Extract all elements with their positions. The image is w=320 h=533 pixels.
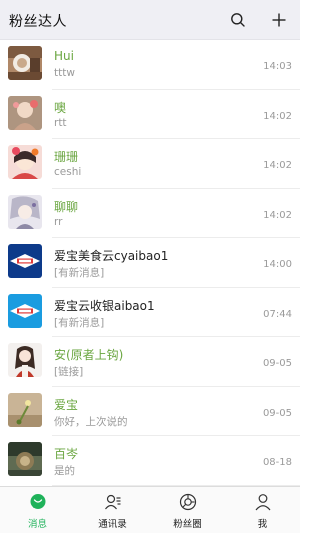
conversation-preview: rtt (54, 116, 67, 129)
message-icon (28, 492, 48, 512)
conversation-row[interactable]: 百岑 是的 08-18 (0, 436, 300, 486)
tab-moments[interactable]: 粉丝圈 (150, 487, 225, 533)
avatar-logo (8, 293, 42, 328)
tab-profile[interactable]: 我 (225, 487, 300, 533)
conversation-time: 07:44 (263, 308, 292, 320)
bottom-tab-bar: 消息 通讯录 粉丝圈 我 (0, 486, 300, 533)
avatar (8, 95, 42, 130)
tab-messages[interactable]: 消息 (0, 487, 75, 533)
conversation-preview: ceshi (54, 166, 82, 178)
conversation-row[interactable]: 爱宝云收银aibao1 [有新消息] 07:44 (0, 287, 300, 337)
avatar (8, 46, 42, 80)
conversation-preview: tttw (54, 67, 75, 79)
search-icon[interactable] (228, 10, 248, 30)
avatar (8, 194, 42, 229)
conversation-time: 14:00 (263, 259, 292, 270)
conversation-name: 爱宝 (54, 397, 79, 412)
top-bar: 粉丝达人 (0, 0, 300, 40)
conversation-time: 14:02 (263, 110, 292, 122)
avatar (8, 442, 42, 476)
avatar (8, 392, 42, 427)
conversation-list: Hui tttw 14:03 噢 rtt 14:02 珊珊 ceshi 14:0… (0, 40, 300, 486)
tab-label: 我 (257, 519, 268, 530)
moments-icon (178, 492, 198, 512)
conversation-row[interactable]: 爱宝 你好，上次说的 09-05 (0, 386, 300, 436)
tab-label: 消息 (27, 519, 47, 530)
conversation-time: 14:02 (263, 160, 292, 171)
avatar (8, 343, 42, 377)
conversation-name: 珊珊 (54, 150, 79, 164)
avatar-logo (8, 244, 42, 278)
conversation-time: 09-05 (262, 407, 292, 419)
conversation-name: 聊聊 (54, 199, 79, 214)
conversation-preview: [链接] (54, 366, 84, 378)
plus-icon[interactable] (269, 10, 289, 30)
conversation-row[interactable]: 安(原者上钩) [链接] 09-05 (0, 337, 300, 387)
conversation-row[interactable]: 噢 rtt 14:02 (0, 89, 300, 139)
tab-label: 粉丝圈 (173, 519, 202, 530)
conversation-preview: 你好，上次说的 (54, 415, 128, 428)
tab-contacts[interactable]: 通讯录 (75, 487, 150, 533)
conversation-time: 14:02 (263, 209, 292, 221)
app-root: 粉丝达人 Hui tttw 14:03 噢 rtt 14:02 珊珊 ceshi… (0, 0, 300, 533)
conversation-name: 百岑 (54, 447, 79, 461)
conversation-row[interactable]: 聊聊 rr 14:02 (0, 188, 300, 238)
conversation-time: 08-18 (262, 457, 292, 468)
conversation-name: 安(原者上钩) (54, 348, 124, 362)
conversation-time: 09-05 (262, 358, 292, 369)
conversation-preview: 是的 (54, 465, 75, 477)
conversation-name: Hui (54, 49, 74, 63)
page-title: 粉丝达人 (9, 14, 67, 30)
conversation-preview: [有新消息] (54, 316, 105, 329)
tab-label: 通讯录 (98, 519, 127, 530)
conversation-row[interactable]: Hui tttw 14:03 (0, 40, 300, 90)
conversation-name: 噢 (54, 100, 67, 115)
conversation-name: 爱宝美食云cyaibao1 (54, 249, 169, 263)
contacts-icon (103, 492, 123, 512)
conversation-time: 14:03 (263, 61, 292, 72)
avatar (8, 145, 42, 179)
conversation-name: 爱宝云收银aibao1 (54, 298, 155, 313)
profile-icon (253, 492, 273, 512)
conversation-preview: [有新消息] (54, 267, 105, 279)
conversation-row[interactable]: 珊珊 ceshi 14:02 (0, 139, 300, 189)
conversation-row[interactable]: 爱宝美食云cyaibao1 [有新消息] 14:00 (0, 238, 300, 288)
conversation-preview: rr (54, 215, 63, 228)
